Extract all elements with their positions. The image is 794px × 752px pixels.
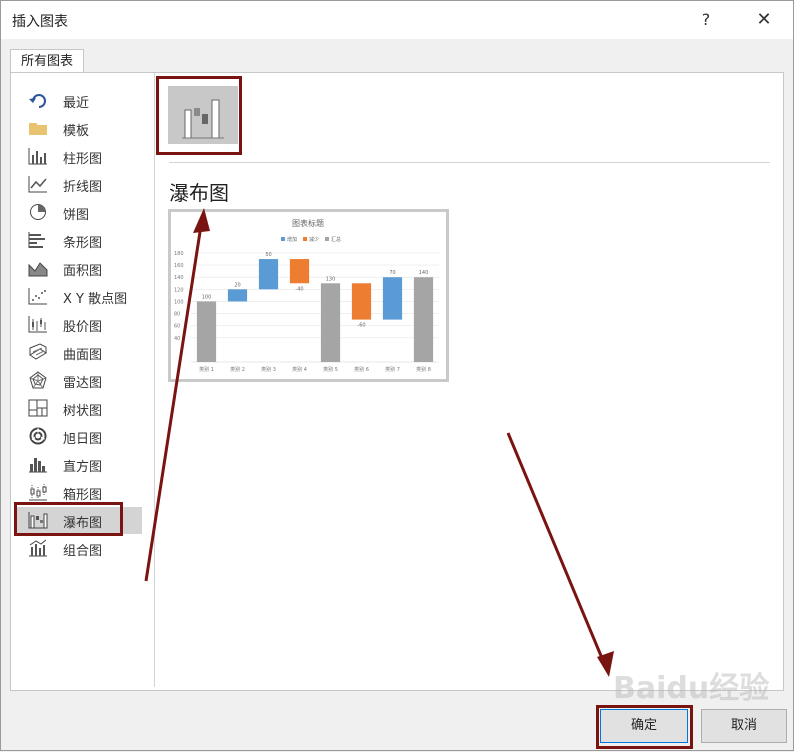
insert-chart-dialog: 插入图表 ? ✕ 所有图表 最近 模板 柱形图 折线图 饼图 条形图 面积图 X… [0, 0, 794, 751]
arrow-line-down [506, 432, 606, 664]
arrow-head-up [193, 208, 210, 233]
arrow-line-up [144, 218, 204, 582]
annotation-arrows [144, 208, 614, 677]
